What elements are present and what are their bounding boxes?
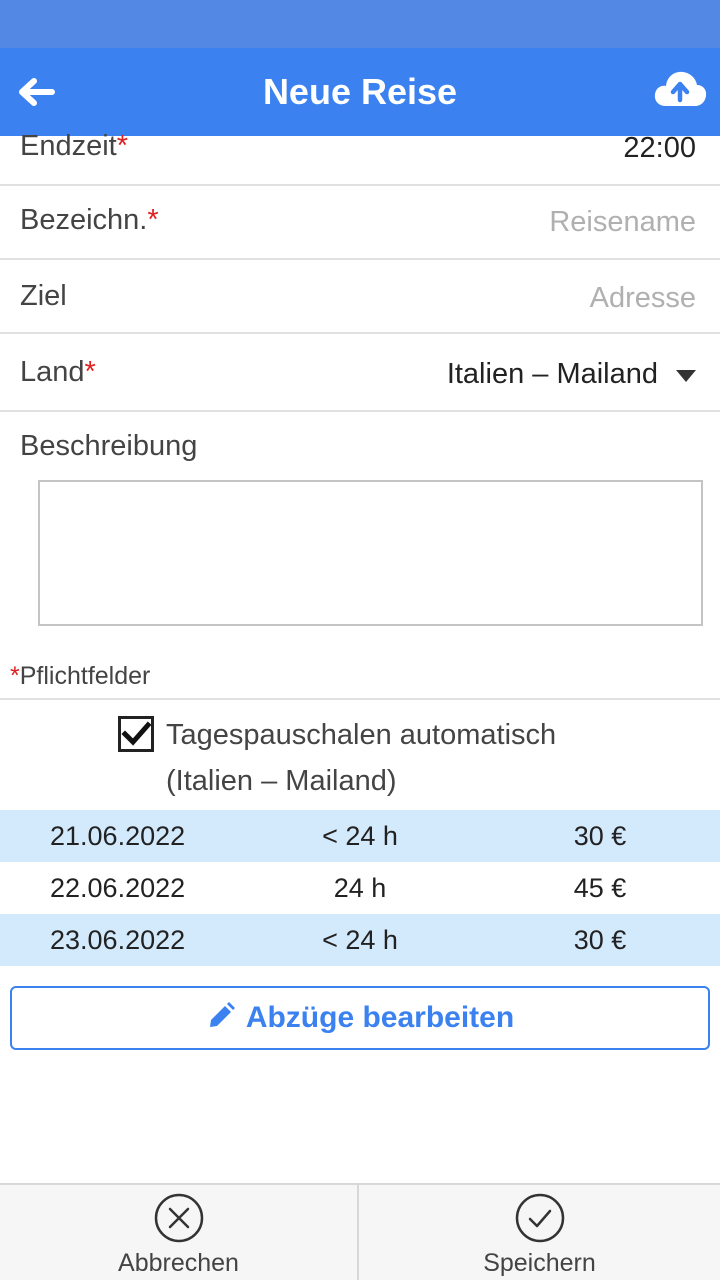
row-amount: 30 € <box>573 925 627 955</box>
status-bar <box>0 0 720 48</box>
close-circle-icon <box>154 1193 203 1243</box>
table-row: 21.06.2022 < 24 h 30 € <box>0 810 720 862</box>
beschreibung-textarea[interactable] <box>38 480 703 626</box>
bezeichnung-row[interactable]: Bezeichn.* Reisename <box>0 186 720 260</box>
app-header: Neue Reise <box>0 48 720 136</box>
cancel-label: Abbrechen <box>118 1249 239 1277</box>
edit-deductions-label: Abzüge bearbeiten <box>245 1001 515 1034</box>
land-label: Land* <box>20 356 96 388</box>
bezeichnung-input[interactable]: Reisename <box>549 206 696 239</box>
caret-down-icon[interactable] <box>676 370 696 382</box>
ziel-label: Ziel <box>20 280 67 312</box>
ziel-row[interactable]: Ziel Adresse <box>0 260 720 334</box>
land-row[interactable]: Land* Italien – Mailand <box>0 334 720 412</box>
checkmark-icon <box>121 721 152 746</box>
table-row: 23.06.2022 < 24 h 30 € <box>0 914 720 966</box>
bottom-action-bar: Abbrechen Speichern <box>0 1183 720 1280</box>
endzeit-value[interactable]: 22:00 <box>623 132 696 165</box>
required-fields-note: *Pflichtfelder <box>10 662 151 690</box>
beschreibung-label: Beschreibung <box>20 430 198 462</box>
endzeit-label: Endzeit* <box>20 130 129 162</box>
save-button[interactable]: Speichern <box>360 1185 719 1280</box>
row-date: 23.06.2022 <box>50 925 186 955</box>
cloud-upload-icon[interactable] <box>652 66 708 114</box>
table-row: 22.06.2022 24 h 45 € <box>0 862 720 914</box>
row-amount: 45 € <box>573 873 627 903</box>
row-duration: < 24 h <box>322 925 398 955</box>
allowance-checkbox-label[interactable]: Tagespauschalen automatisch (Italien – M… <box>166 712 556 804</box>
row-duration: < 24 h <box>322 821 398 851</box>
allowance-checkbox[interactable] <box>118 716 154 752</box>
divider <box>0 698 720 700</box>
page-title: Neue Reise <box>262 71 458 112</box>
edit-deductions-button[interactable]: Abzüge bearbeiten <box>10 986 710 1050</box>
cancel-button[interactable]: Abbrechen <box>0 1185 359 1280</box>
row-amount: 30 € <box>573 821 627 851</box>
land-select[interactable]: Italien – Mailand <box>447 358 658 391</box>
ziel-input[interactable]: Adresse <box>590 282 696 315</box>
bezeichnung-label: Bezeichn.* <box>20 204 159 236</box>
endzeit-row[interactable]: Endzeit* 22:00 <box>0 130 720 186</box>
row-date: 21.06.2022 <box>50 821 186 851</box>
save-label: Speichern <box>483 1249 596 1277</box>
check-circle-icon <box>515 1193 564 1243</box>
row-date: 22.06.2022 <box>50 873 186 903</box>
pencil-icon <box>209 1002 235 1027</box>
row-duration: 24 h <box>333 873 387 903</box>
